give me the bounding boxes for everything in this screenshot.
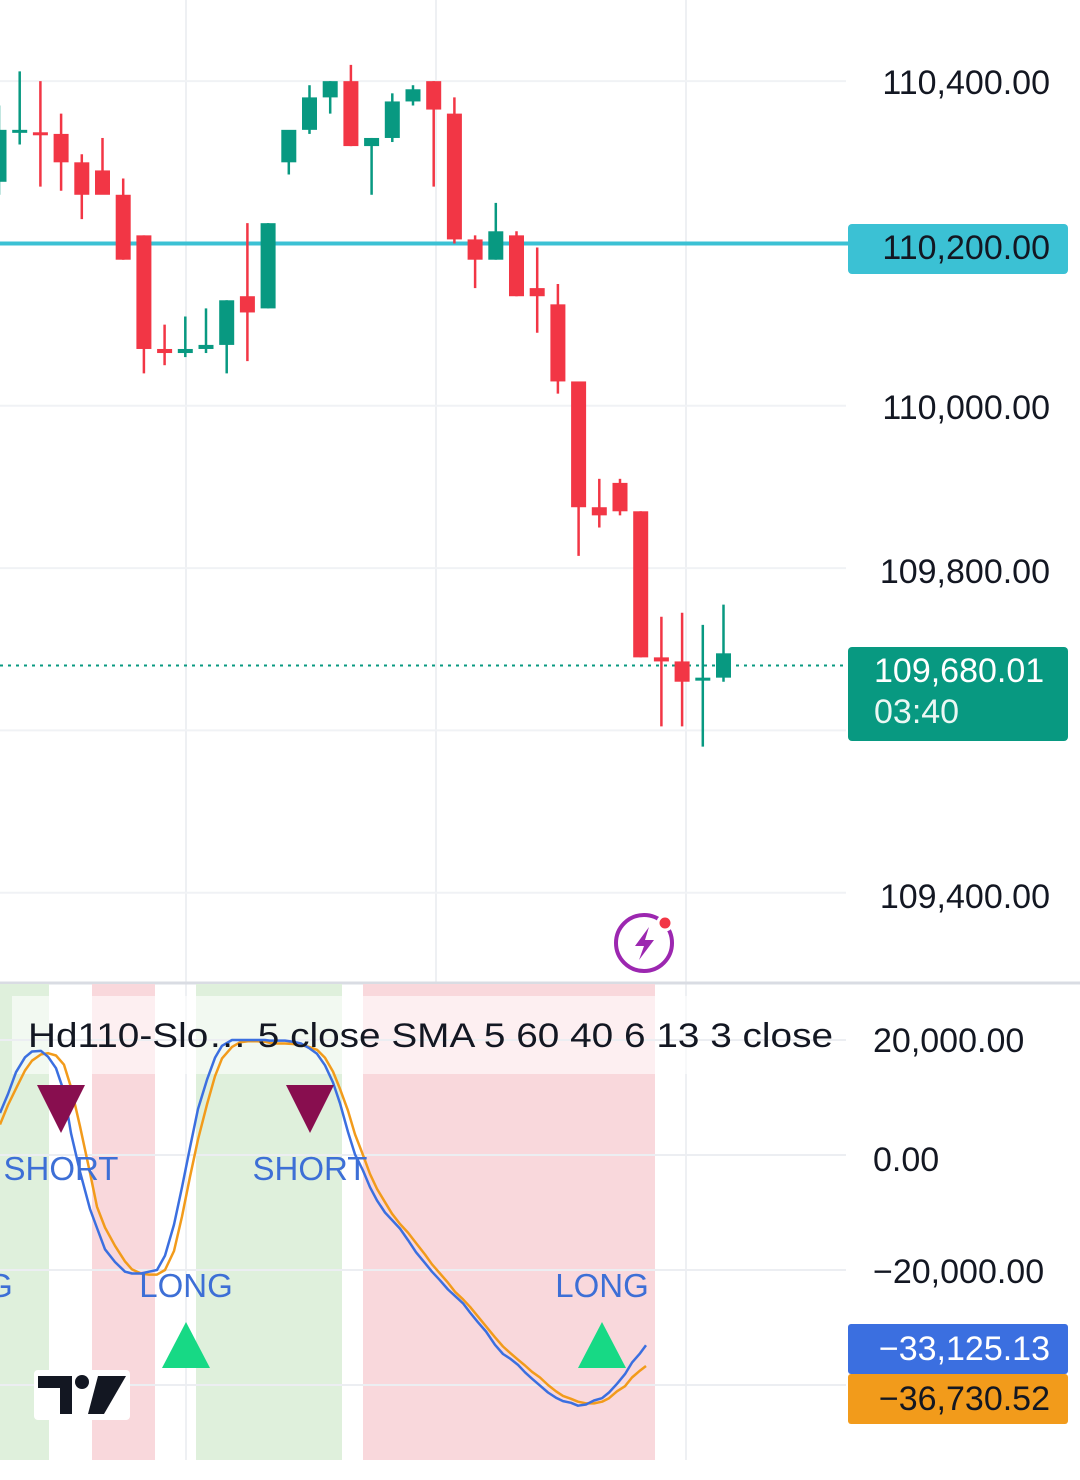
price-tick-109800: 109,800.00 <box>880 553 1050 591</box>
long-label: G <box>0 1267 13 1304</box>
long-label: LONG <box>139 1267 233 1304</box>
indicator-legend[interactable]: Hd110-Slo… 5 close SMA 5 60 40 6 13 3 cl… <box>28 1017 833 1055</box>
indicator-tick-20000: 20,000.00 <box>873 1022 1024 1060</box>
long-label: LONG <box>555 1267 649 1304</box>
fast-value-badge: −33,125.13 <box>848 1324 1068 1374</box>
slow-value-label: −36,730.52 <box>879 1380 1050 1418</box>
current-price-label: 109,680.01 <box>874 652 1044 690</box>
trading-chart[interactable]: 110,400.00 110,000.00 109,800.00 109,400… <box>0 0 1080 1480</box>
price-tick-110400: 110,400.00 <box>882 64 1050 102</box>
short-label: SHORT <box>4 1150 119 1187</box>
current-price-badge: 109,680.01 03:40 <box>848 647 1068 741</box>
candle-31 <box>633 511 649 658</box>
tradingview-logo-icon[interactable] <box>34 1370 130 1420</box>
price-tick-109400: 109,400.00 <box>880 878 1050 916</box>
indicator-tick-minus-20000: −20,000.00 <box>873 1253 1044 1291</box>
level-price-label: 110,200.00 <box>882 229 1050 267</box>
indicator-tick-0: 0.00 <box>873 1141 939 1179</box>
price-tick-110000: 110,000.00 <box>882 389 1050 427</box>
candle-25 <box>509 231 524 297</box>
slow-value-badge: −36,730.52 <box>848 1374 1068 1424</box>
candle-13 <box>260 223 276 309</box>
candle-30 <box>612 478 628 516</box>
level-price-badge[interactable]: 110,200.00 <box>848 224 1068 274</box>
bar-countdown: 03:40 <box>874 693 959 731</box>
candle-22 <box>446 97 462 244</box>
short-label: SHORT <box>253 1150 368 1187</box>
long-signal-4: G <box>0 1267 13 1304</box>
fast-value-label: −33,125.13 <box>879 1330 1050 1368</box>
